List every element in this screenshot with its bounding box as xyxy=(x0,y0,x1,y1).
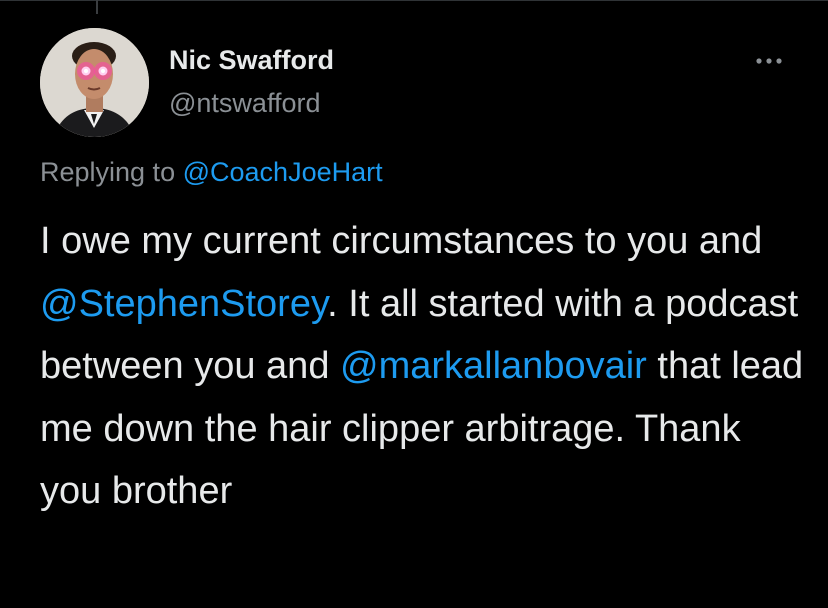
author-display-name[interactable]: Nic Swafford xyxy=(169,45,334,76)
reply-context-mention-link[interactable]: @CoachJoeHart xyxy=(183,157,383,187)
mention-link-markallanbovair[interactable]: @markallanbovair xyxy=(340,345,647,387)
avatar[interactable] xyxy=(40,28,149,137)
reply-context: Replying to @CoachJoeHart xyxy=(40,157,383,188)
avatar-laser-eyes-icon xyxy=(40,28,149,137)
ellipsis-icon[interactable] xyxy=(752,54,786,68)
tweet-text-segment: I owe my current circumstances to you an… xyxy=(40,220,763,262)
mention-link-stephenstorey[interactable]: @StephenStorey xyxy=(40,283,327,325)
author-handle[interactable]: @ntswafford xyxy=(169,88,320,119)
thread-connector-line xyxy=(96,0,98,14)
reply-context-prefix: Replying to xyxy=(40,157,176,187)
top-divider xyxy=(0,0,828,1)
tweet-text: I owe my current circumstances to you an… xyxy=(40,210,810,523)
